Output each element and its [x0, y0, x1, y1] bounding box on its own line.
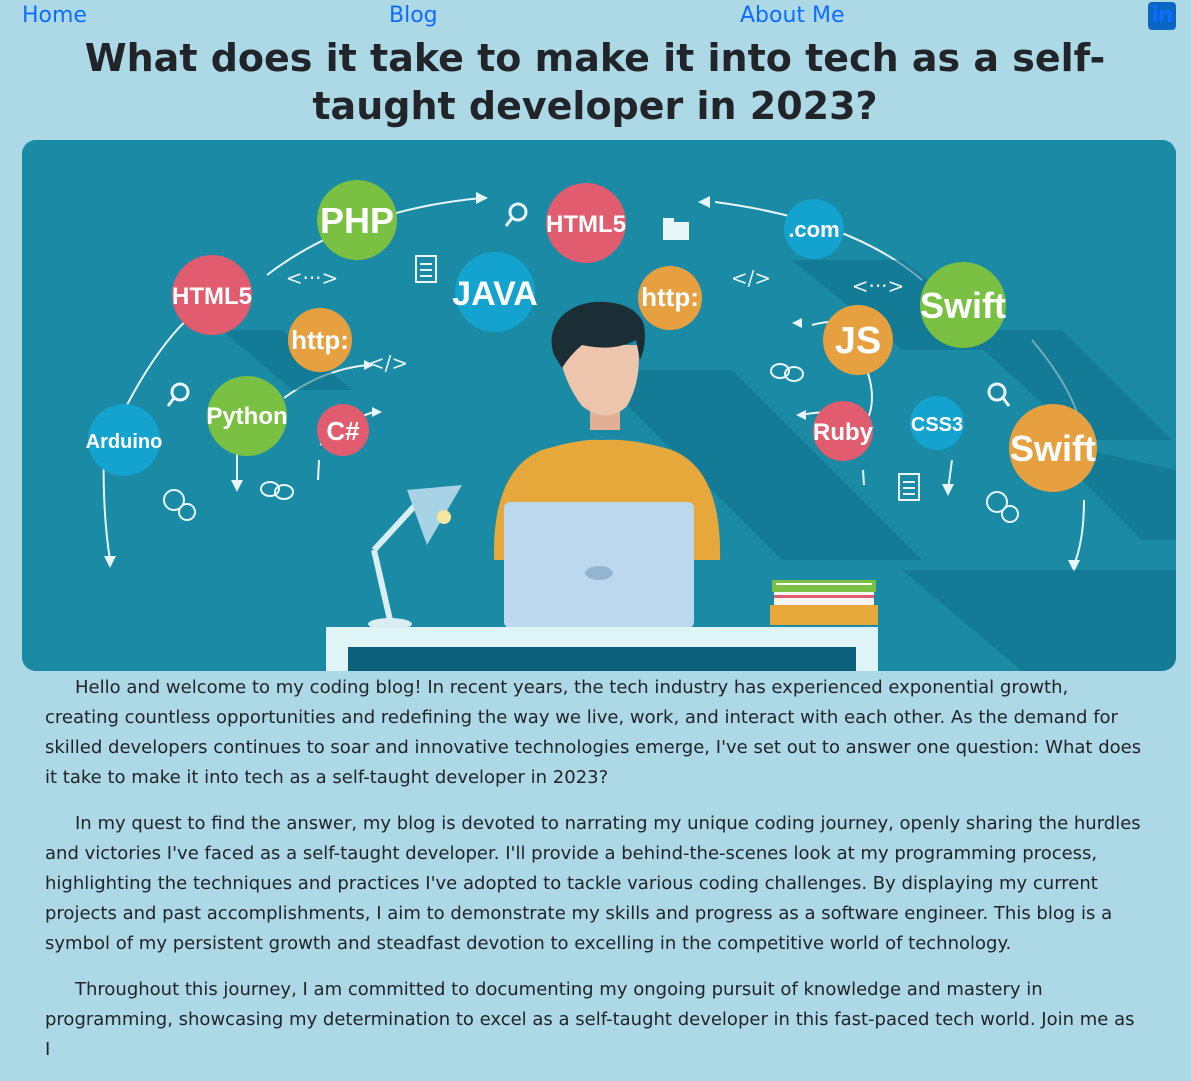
article-paragraph: Hello and welcome to my coding blog! In … [45, 677, 1142, 788]
nav-home-link[interactable]: Home [22, 2, 87, 30]
article-paragraph: Throughout this journey, I am committed … [45, 979, 1135, 1060]
bubble-swift-top-label: Swift [920, 285, 1006, 326]
bubble-http-left-label: http: [291, 325, 349, 355]
article-body: Hello and welcome to my coding blog! In … [45, 673, 1145, 1081]
bubble-html5-center-label: HTML5 [546, 211, 626, 238]
code-tag-glyph-right: <···> [852, 274, 905, 298]
nav-blog-link[interactable]: Blog [389, 2, 438, 30]
article-paragraph: In my quest to find the answer, my blog … [45, 813, 1141, 954]
bubble-swift-bottom-label: Swift [1010, 428, 1096, 469]
linkedin-icon[interactable]: in [1148, 2, 1176, 30]
bubble-dotcom-label: .com [788, 217, 839, 242]
bubble-arduino-label: Arduino [86, 431, 163, 453]
code-tag-glyph-left: <···> [286, 266, 339, 290]
bubble-python-label: Python [206, 403, 287, 430]
bubble-http-center-label: http: [641, 282, 699, 312]
top-nav: Home Blog About Me in [0, 0, 1191, 34]
bubble-html5-left-label: HTML5 [172, 283, 252, 310]
code-close-tag-glyph-center: </> [731, 266, 771, 290]
bubble-js-label: JS [835, 320, 881, 362]
book-stack [770, 580, 878, 625]
desk [326, 627, 878, 671]
hero-illustration: PHP HTML5 http: Python Arduino C# HTML5 … [22, 140, 1176, 671]
page-title: What does it take to make it into tech a… [84, 36, 1106, 128]
nav-about-link[interactable]: About Me [740, 2, 845, 30]
bubble-ruby-label: Ruby [813, 419, 874, 446]
bubble-css3-label: CSS3 [911, 414, 963, 436]
bubble-csharp-label: C# [326, 416, 360, 446]
code-close-tag-glyph-left: </> [368, 351, 408, 375]
bubble-java-label: JAVA [452, 275, 538, 313]
bubble-php-label: PHP [320, 200, 394, 241]
